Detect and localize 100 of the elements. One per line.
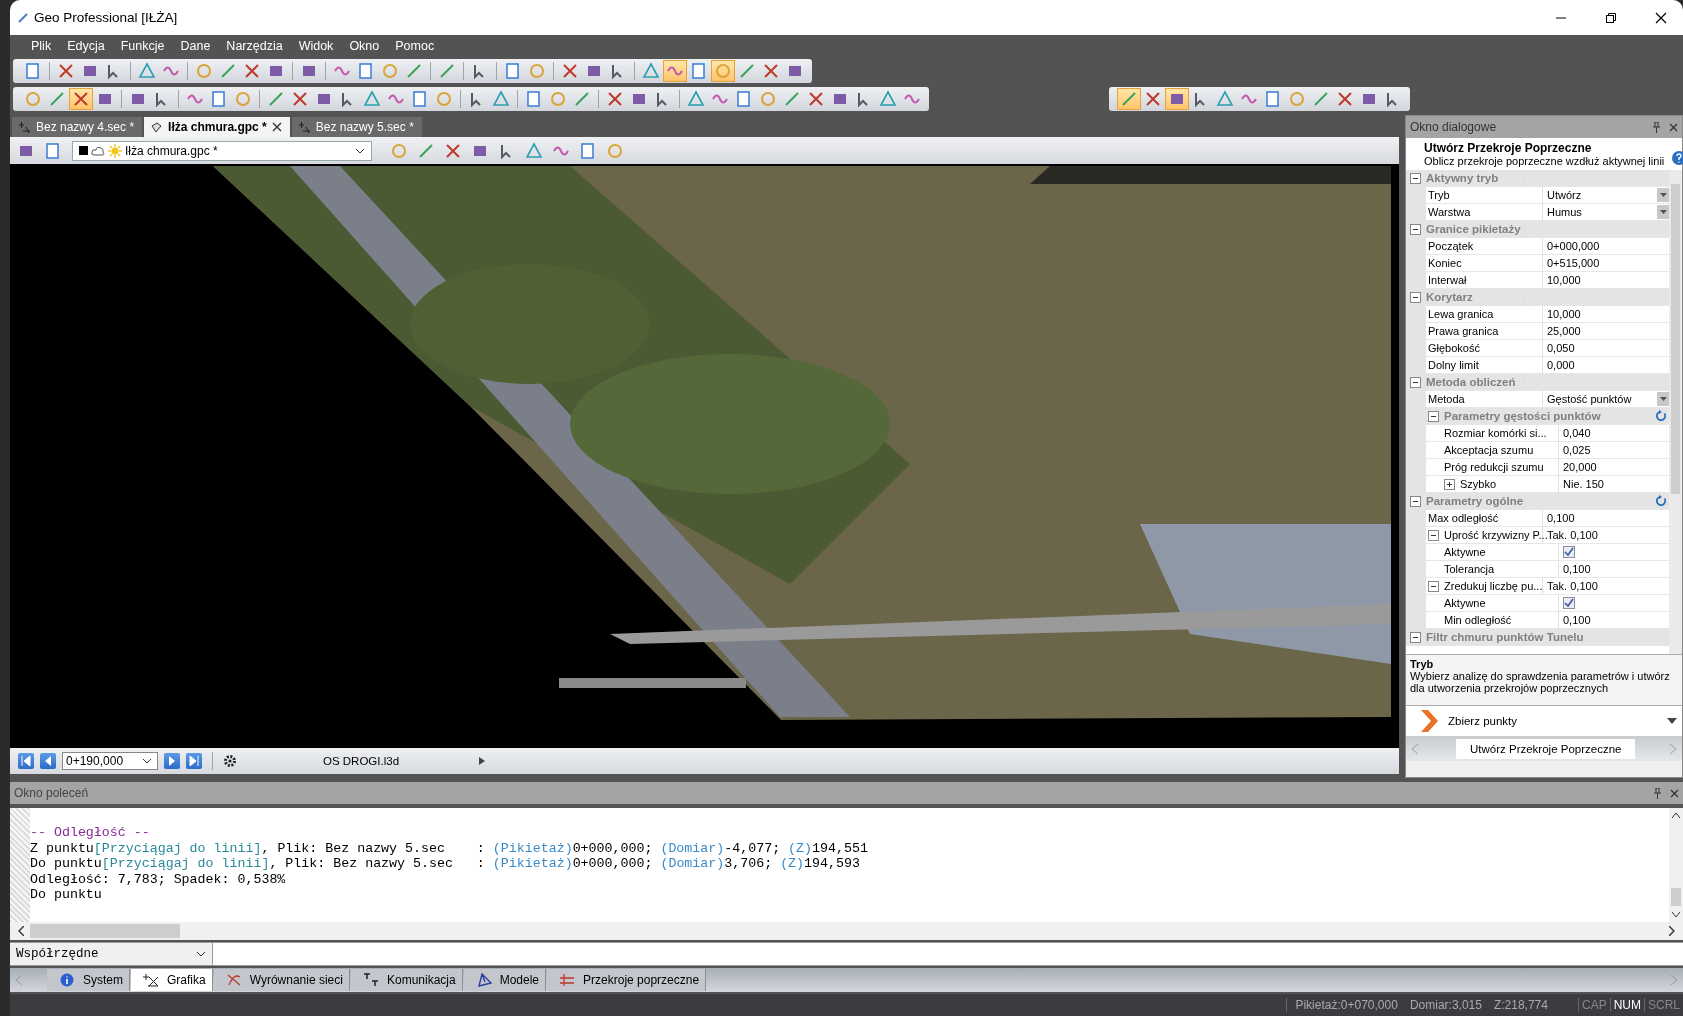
checkbox[interactable] bbox=[1563, 597, 1575, 609]
tool-icon[interactable] bbox=[1165, 88, 1189, 110]
document-tab[interactable]: Bez nazwy 4.sec * bbox=[12, 117, 143, 137]
gear-icon[interactable] bbox=[223, 754, 237, 768]
property-value[interactable]: Tak. 0,100 bbox=[1547, 580, 1598, 592]
play-icon[interactable] bbox=[479, 757, 485, 765]
property-value[interactable]: 0+515,000 bbox=[1547, 257, 1600, 269]
property-label: Max odległość bbox=[1428, 512, 1499, 524]
scroll-thumb[interactable] bbox=[30, 924, 180, 938]
arrow-left-icon[interactable] bbox=[18, 926, 24, 936]
last-button[interactable] bbox=[186, 753, 202, 769]
collapse-icon[interactable] bbox=[1410, 495, 1421, 507]
property-value[interactable]: Utwórz bbox=[1547, 189, 1582, 201]
pin-icon[interactable] bbox=[1653, 787, 1662, 799]
panel-tab[interactable]: Komunikacja bbox=[350, 969, 463, 991]
collect-points-button[interactable]: Zbierz punkty bbox=[1448, 715, 1518, 727]
graphics-tab-icon bbox=[143, 973, 159, 987]
panel-tab[interactable]: System bbox=[47, 969, 130, 991]
property-value[interactable]: 0+000,000 bbox=[1547, 240, 1600, 252]
panel-tab[interactable]: Modele bbox=[463, 969, 547, 991]
scrollbar[interactable] bbox=[1669, 170, 1682, 654]
property-value[interactable]: 0,050 bbox=[1547, 342, 1575, 354]
property-label: Metoda bbox=[1428, 393, 1465, 405]
restore-icon[interactable] bbox=[1605, 11, 1617, 24]
arrow-right-icon[interactable] bbox=[1669, 926, 1675, 936]
property-label: Początek bbox=[1428, 240, 1474, 252]
checkbox[interactable] bbox=[1563, 546, 1575, 558]
property-label: Rozmiar komórki si... bbox=[1444, 427, 1547, 439]
console-line: Do punktu[Przyciągaj do linii], Plik: Bez nazwy 5.sec : (Pikietaż)0+000,000; (Domiar)3,706; (Z)194,593 bbox=[30, 856, 861, 872]
scroll-thumb[interactable] bbox=[559, 678, 746, 688]
property-value[interactable]: Tak. 0,100 bbox=[1547, 529, 1598, 541]
arrow-down-icon[interactable] bbox=[1672, 912, 1680, 918]
menu-item[interactable]: Narzędzia bbox=[219, 37, 290, 55]
collapse-icon[interactable] bbox=[1410, 223, 1421, 235]
panel-tab[interactable]: Przekroje poprzeczne bbox=[547, 969, 707, 991]
panel-title: Okno poleceń bbox=[14, 786, 89, 800]
tool-icon[interactable] bbox=[1117, 88, 1141, 110]
document-tab[interactable]: Iłża chmura.gpc * bbox=[144, 117, 290, 137]
horizontal-scrollbar[interactable] bbox=[10, 922, 1683, 940]
property-label: Głębokość bbox=[1428, 342, 1480, 354]
property-value[interactable]: 0,000 bbox=[1547, 359, 1575, 371]
layer-dropdown[interactable]: Iłża chmura.gpc * bbox=[72, 140, 372, 161]
dropdown-button[interactable] bbox=[1657, 188, 1669, 202]
menu-item[interactable]: Edycja bbox=[60, 37, 112, 55]
cloud-file-icon bbox=[150, 120, 164, 134]
scroll-thumb[interactable] bbox=[1671, 184, 1680, 494]
first-button[interactable] bbox=[18, 753, 34, 769]
panel-tab[interactable]: Utwórz Przekroje Poprzeczne bbox=[1456, 739, 1636, 759]
property-value[interactable]: 10,000 bbox=[1547, 274, 1581, 286]
collapse-icon[interactable] bbox=[1410, 172, 1421, 184]
property-label: Tolerancja bbox=[1444, 563, 1495, 575]
property-value[interactable]: 0,040 bbox=[1563, 427, 1591, 439]
3d-viewport[interactable] bbox=[10, 164, 1399, 748]
next-button[interactable] bbox=[164, 753, 180, 769]
expand-icon[interactable] bbox=[1444, 478, 1455, 490]
menu-item[interactable]: Okno bbox=[342, 37, 387, 55]
help-text: Wybierz analizę do sprawdzenia parametrów i utwórz dla utworzenia przekrojów poprzecznych bbox=[1410, 670, 1671, 694]
previous-button[interactable] bbox=[40, 753, 56, 769]
menu-item[interactable]: Funkcje bbox=[113, 37, 172, 55]
collapse-icon[interactable] bbox=[1428, 529, 1439, 541]
collapse-icon[interactable] bbox=[1410, 376, 1421, 388]
menu-item[interactable]: Plik bbox=[24, 37, 59, 55]
property-value[interactable]: 0,100 bbox=[1547, 512, 1575, 524]
reset-icon[interactable] bbox=[1655, 410, 1667, 422]
panel-tab[interactable]: Wyrównanie sieci bbox=[213, 969, 350, 991]
scroll-thumb[interactable] bbox=[1671, 888, 1681, 906]
pin-icon[interactable] bbox=[1652, 121, 1661, 133]
collapse-icon[interactable] bbox=[1428, 580, 1439, 592]
property-value[interactable]: 0,100 bbox=[1563, 563, 1591, 575]
reset-icon[interactable] bbox=[1655, 495, 1667, 507]
dropdown-button[interactable] bbox=[1657, 392, 1669, 406]
property-value[interactable]: Nie. 150 bbox=[1563, 478, 1604, 490]
close-icon[interactable] bbox=[1655, 11, 1667, 24]
section-file-icon bbox=[297, 120, 311, 134]
property-value[interactable]: 20,000 bbox=[1563, 461, 1597, 473]
station-dropdown[interactable]: 0+190,000 bbox=[62, 752, 158, 770]
caret-icon[interactable] bbox=[1667, 718, 1677, 724]
tool-icon[interactable] bbox=[663, 60, 687, 82]
collapse-icon[interactable] bbox=[1428, 410, 1439, 422]
property-value[interactable]: 0,025 bbox=[1563, 444, 1591, 456]
menu-item[interactable]: Widok bbox=[291, 37, 341, 55]
help-icon[interactable] bbox=[1672, 151, 1683, 165]
scrollbar[interactable] bbox=[1669, 808, 1683, 922]
close-icon[interactable] bbox=[271, 122, 282, 132]
tool-icon[interactable] bbox=[69, 88, 93, 110]
property-value[interactable]: 0,100 bbox=[1563, 614, 1591, 626]
menu-item[interactable]: Dane bbox=[173, 37, 218, 55]
arrow-up-icon[interactable] bbox=[1672, 812, 1680, 818]
dropdown-button[interactable] bbox=[1657, 205, 1669, 219]
property-label: Min odległość bbox=[1444, 614, 1512, 626]
menu-item[interactable]: Pomoc bbox=[388, 37, 442, 55]
panel-tab[interactable]: Grafika bbox=[131, 969, 213, 991]
collapse-icon[interactable] bbox=[1410, 291, 1421, 303]
document-tab[interactable]: Bez nazwy 5.sec * bbox=[291, 117, 422, 137]
input-mode-dropdown[interactable]: Współrzędne bbox=[10, 943, 213, 965]
property-value[interactable]: Humus bbox=[1547, 206, 1582, 218]
property-value[interactable]: 10,000 bbox=[1547, 308, 1581, 320]
collapse-icon[interactable] bbox=[1410, 631, 1421, 643]
property-value[interactable]: Gęstość punktów bbox=[1547, 393, 1632, 405]
property-value[interactable]: 25,000 bbox=[1547, 325, 1581, 337]
